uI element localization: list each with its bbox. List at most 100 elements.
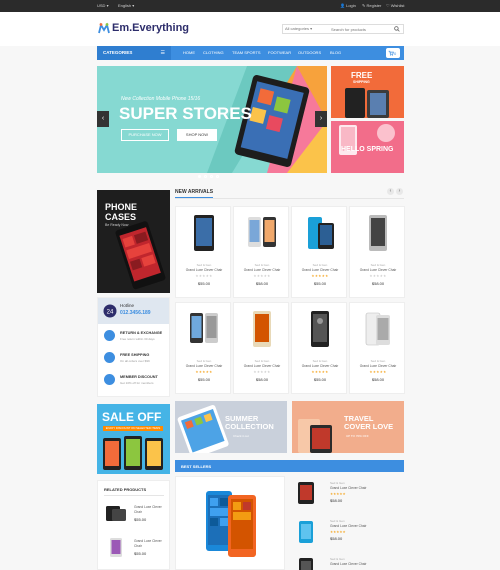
phone-image <box>345 88 389 118</box>
product-card[interactable]: Sed & Gen Grand Luxe Clever Chair ★★★★★ … <box>233 206 289 298</box>
discount-icon <box>104 374 115 385</box>
hero-prev-button[interactable]: ‹ <box>97 111 109 127</box>
support-icon: 24 <box>103 304 117 318</box>
hotline-header: 24 Hotline 012.3456.189 <box>98 298 169 324</box>
store-page: USD ▾ English ▾ 👤 Login ✎ Register ♡ Wis… <box>0 0 500 570</box>
purchase-now-button[interactable]: PURCHASE NOW <box>121 129 169 141</box>
product-image <box>248 217 276 247</box>
arrivals-next-button[interactable]: › <box>396 188 403 195</box>
search-button[interactable] <box>392 25 402 33</box>
product-name: Grand Luxe Clever Chair <box>359 268 397 272</box>
product-name: Grand Luxe Clever Chair <box>185 268 223 272</box>
nav-item-team-sports[interactable]: TEAM SPORTS <box>232 50 261 55</box>
new-arrivals-title: NEW ARRIVALS <box>175 189 214 195</box>
related-products-panel: RELATED PRODUCTS Grand Luxe Clever Chair… <box>97 480 170 570</box>
summer-sub: Check it out <box>233 434 249 438</box>
currency-label: USD <box>97 3 106 8</box>
nav-item-outdoors[interactable]: OUTDOORS <box>298 50 321 55</box>
hello-spring-title: HELLO SPRING <box>341 146 394 153</box>
product-card[interactable]: Sed & Gen Grand Luxe Clever Chair ★★★★★ … <box>233 302 289 394</box>
best-seller-item[interactable]: Sed & Gen Grand Luxe Clever Chair ★★★★★ … <box>296 516 404 550</box>
related-products-title: RELATED PRODUCTS <box>104 487 147 492</box>
related-name: Grand Luxe Clever Chair <box>134 539 162 548</box>
product-price: $58.00 <box>371 281 385 286</box>
product-image <box>190 313 218 343</box>
hotline-panel: 24 Hotline 012.3456.189 RETURN & EXCHANG… <box>97 297 170 397</box>
rating-stars: ★★★★★ <box>195 370 213 374</box>
nav-item-clothing[interactable]: CLOTHING <box>203 50 224 55</box>
language-select[interactable]: English ▾ <box>118 3 134 8</box>
product-brand: Sed & Gen <box>196 263 212 267</box>
related-thumb <box>110 538 122 557</box>
phone-cases-banner[interactable]: PHONE CASES Be Ready Now <box>97 190 170 293</box>
svg-text:24: 24 <box>107 310 114 316</box>
hotline-number[interactable]: 012.3456.189 <box>120 310 151 316</box>
cart-button[interactable]: 0 <box>386 48 400 58</box>
product-image <box>369 215 387 251</box>
best-seller-featured[interactable] <box>175 476 285 570</box>
product-image <box>194 215 214 251</box>
feature-return: RETURN & EXCHANGE Free return within 30 … <box>104 328 166 346</box>
product-card[interactable]: Sed & Gen Grand Luxe Clever Chair ★★★★★ … <box>291 206 347 298</box>
rating-stars: ★★★★★ <box>195 274 213 278</box>
travel-sub: UP TO 70% OFF <box>346 434 369 438</box>
rating-stars: ★★★★★ <box>311 274 329 278</box>
related-price: $55.00 <box>134 517 147 522</box>
free-shipping-banner[interactable]: FREE SHIPPING <box>331 66 404 118</box>
search-category-label: All categories <box>285 26 310 31</box>
product-card[interactable]: Sed & Gen Grand Luxe Clever Chair ★★★★★ … <box>175 302 231 394</box>
product-brand: Sed & Gen <box>312 359 328 363</box>
phone-cases-title-line2: CASES <box>105 212 137 222</box>
nav-item-home[interactable]: HOME <box>183 50 195 55</box>
product-price: $58.00 <box>255 281 269 286</box>
currency-select[interactable]: USD ▾ <box>97 3 109 8</box>
related-item[interactable]: Grand Luxe Clever Chair $55.00 <box>104 533 166 563</box>
feature-return-sub: Free return within 30 days <box>120 337 155 341</box>
shop-now-button[interactable]: SHOP NOW <box>177 129 217 141</box>
hero-dot[interactable] <box>204 175 207 178</box>
hello-spring-banner[interactable]: HELLO SPRING <box>331 121 404 173</box>
best-seller-item[interactable]: Sed & Gen Grand Luxe Clever Chair ★★★★★ … <box>296 478 404 512</box>
summer-title-line2: COLLECTION <box>225 422 274 431</box>
product-card[interactable]: Sed & Gen Grand Luxe Clever Chair ★★★★★ … <box>291 302 347 394</box>
logo[interactable]: Em.Everything <box>98 20 189 38</box>
product-name: Grand Luxe Clever Chair <box>243 364 281 368</box>
product-card[interactable]: Sed & Gen Grand Luxe Clever Chair ★★★★★ … <box>349 302 405 394</box>
related-item[interactable]: Grand Luxe Clever Chair $55.00 <box>104 499 166 529</box>
hero-slider[interactable]: New Collection Mobile Phone 15/16 SUPER … <box>97 66 327 173</box>
arrivals-prev-button[interactable]: ‹ <box>387 188 394 195</box>
best-seller-price: $58.00 <box>330 536 343 541</box>
top-bar: USD ▾ English ▾ 👤 Login ✎ Register ♡ Wis… <box>0 0 500 12</box>
phone-cases-title: PHONE CASES <box>105 202 137 222</box>
sale-off-banner[interactable]: SALE OFF ENJOY DISCOUNT ON SELECTED ITEM… <box>97 404 170 474</box>
product-brand: Sed & Gen <box>312 263 328 267</box>
best-seller-item[interactable]: Sed & Gen Grand Luxe Clever Chair <box>296 554 404 570</box>
categories-menu-button[interactable]: CATEGORIES ☰ <box>97 46 171 60</box>
login-link[interactable]: 👤 Login <box>340 3 356 8</box>
hero-next-button[interactable]: › <box>315 111 327 127</box>
hero-dot[interactable] <box>216 175 219 178</box>
search-category-select[interactable]: All categories ▾ <box>285 26 312 31</box>
product-name: Grand Luxe Clever Chair <box>185 364 223 368</box>
travel-title-line2: COVER LOVE <box>344 422 394 431</box>
hero-dot[interactable] <box>198 175 201 178</box>
nav-item-footwear[interactable]: FOOTWEAR <box>268 50 291 55</box>
product-card[interactable]: Sed & Gen Grand Luxe Clever Chair ★★★★★ … <box>349 206 405 298</box>
wishlist-link[interactable]: ♡ Wishlist <box>386 3 404 8</box>
travel-cover-banner[interactable]: TRAVEL COVER LOVE UP TO 70% OFF <box>292 401 404 453</box>
register-link[interactable]: ✎ Register <box>362 3 381 8</box>
rating-stars: ★★★★★ <box>330 530 346 534</box>
product-name: Grand Luxe Clever Chair <box>301 364 339 368</box>
return-icon <box>104 330 115 341</box>
register-label: Register <box>366 3 382 8</box>
nav-item-blog[interactable]: BLOG <box>330 50 341 55</box>
summer-collection-banner[interactable]: SUMMER COLLECTION Check it out <box>175 401 287 453</box>
title-underline <box>175 197 213 199</box>
related-price: $55.00 <box>134 551 147 556</box>
cart-count: 0 <box>394 50 397 56</box>
product-card[interactable]: Sed & Gen Grand Luxe Clever Chair ★★★★★ … <box>175 206 231 298</box>
search-input[interactable] <box>331 25 393 33</box>
best-sellers-title: BEST SELLERS <box>181 464 212 469</box>
feature-shipping: FREE SHIPPING On all orders over $99 <box>104 350 166 368</box>
hero-dot[interactable] <box>210 175 213 178</box>
